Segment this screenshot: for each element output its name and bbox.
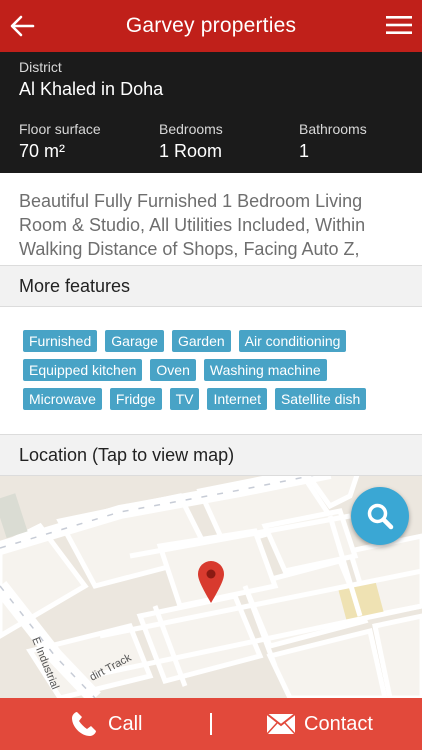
call-label: Call [108, 712, 143, 735]
property-summary: District Al Khaled in Doha Floor surface… [0, 52, 422, 173]
page-title: Garvey properties [125, 14, 297, 37]
feature-tag: Internet [207, 388, 267, 410]
search-icon [367, 503, 394, 530]
district-value: Al Khaled in Doha [19, 79, 164, 99]
feature-tag: Equipped kitchen [23, 359, 143, 381]
feature-tag: Fridge [109, 388, 162, 410]
feature-tag: Air conditioning [238, 330, 347, 352]
features-list: Furnished Garage Garden Air conditioning… [0, 307, 422, 434]
feature-tag: Garden [171, 330, 231, 352]
envelope-icon [266, 713, 296, 735]
feature-tag: Washing machine [203, 359, 327, 381]
bedrooms-label: Bedrooms [159, 121, 223, 137]
bathrooms-label: Bathrooms [299, 121, 367, 137]
app-bar: Garvey properties [0, 0, 422, 52]
call-button[interactable]: Call [70, 698, 142, 750]
bottom-action-bar: Call Contact [0, 698, 422, 750]
description-text: Beautiful Fully Furnished 1 Bedroom Livi… [19, 191, 366, 259]
feature-tag: Microwave [23, 388, 102, 410]
feature-tag: Furnished [23, 330, 98, 352]
hamburger-menu-icon[interactable] [386, 14, 412, 36]
bedrooms-value: 1 Room [159, 141, 223, 161]
action-divider [210, 713, 212, 735]
bathrooms-value: 1 [299, 141, 310, 161]
contact-button[interactable]: Contact [266, 698, 373, 750]
map-search-button[interactable] [351, 487, 409, 545]
feature-tag: Garage [105, 330, 164, 352]
district-label: District [19, 59, 62, 75]
floor-surface-value: 70 m² [19, 141, 66, 161]
feature-tag: Satellite dish [274, 388, 367, 410]
contact-label: Contact [304, 712, 373, 735]
property-description: Beautiful Fully Furnished 1 Bedroom Livi… [0, 173, 422, 265]
arrow-left-icon[interactable] [8, 12, 36, 40]
features-heading: More features [0, 265, 422, 307]
phone-icon [72, 712, 96, 736]
location-heading[interactable]: Location (Tap to view map) [0, 434, 422, 476]
feature-tag: Oven [150, 359, 196, 381]
floor-surface-label: Floor surface [19, 121, 101, 137]
feature-tag: TV [169, 388, 200, 410]
